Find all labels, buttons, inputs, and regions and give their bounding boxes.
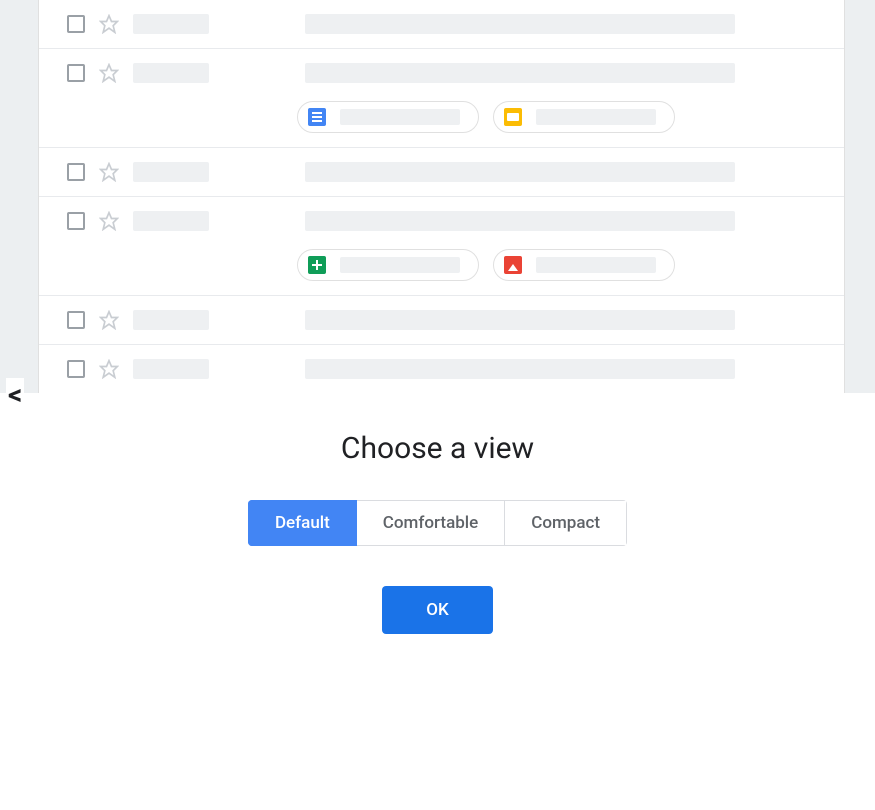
email-list-preview (38, 0, 845, 393)
attachment-chip[interactable] (297, 249, 479, 281)
select-checkbox[interactable] (67, 212, 85, 230)
subject-placeholder (305, 211, 735, 231)
sender-placeholder (133, 359, 209, 379)
star-icon[interactable] (99, 211, 119, 231)
density-segmented-control: Default Comfortable Compact (248, 500, 627, 546)
sender-placeholder (133, 63, 209, 83)
density-preview-panel (0, 0, 875, 393)
attachment-chip[interactable] (493, 249, 675, 281)
density-option-default[interactable]: Default (248, 500, 357, 546)
star-icon[interactable] (99, 162, 119, 182)
attachment-name-placeholder (340, 109, 460, 125)
attachment-chip[interactable] (493, 101, 675, 133)
select-checkbox[interactable] (67, 64, 85, 82)
star-icon[interactable] (99, 14, 119, 34)
sender-placeholder (133, 162, 209, 182)
attachment-name-placeholder (536, 257, 656, 273)
star-icon[interactable] (99, 63, 119, 83)
attachment-chip[interactable] (297, 101, 479, 133)
sender-placeholder (133, 310, 209, 330)
email-row[interactable] (39, 197, 844, 296)
attachment-chips (297, 249, 816, 281)
select-checkbox[interactable] (67, 311, 85, 329)
subject-placeholder (305, 310, 735, 330)
sheets-icon (308, 256, 326, 274)
slides-icon (504, 108, 522, 126)
density-option-comfortable[interactable]: Comfortable (357, 500, 505, 546)
attachment-name-placeholder (536, 109, 656, 125)
sender-placeholder (133, 211, 209, 231)
select-checkbox[interactable] (67, 360, 85, 378)
sender-placeholder (133, 14, 209, 34)
star-icon[interactable] (99, 310, 119, 330)
attachment-name-placeholder (340, 257, 460, 273)
email-row[interactable] (39, 345, 844, 393)
select-checkbox[interactable] (67, 15, 85, 33)
subject-placeholder (305, 162, 735, 182)
collapse-chevron-icon[interactable]: < (6, 378, 24, 411)
email-row[interactable] (39, 148, 844, 197)
choose-view-section: Choose a view Default Comfortable Compac… (0, 393, 875, 634)
choose-view-title: Choose a view (0, 431, 875, 466)
docs-icon (308, 108, 326, 126)
image-icon (504, 256, 522, 274)
star-icon[interactable] (99, 359, 119, 379)
subject-placeholder (305, 359, 735, 379)
email-row[interactable] (39, 296, 844, 345)
subject-placeholder (305, 14, 735, 34)
subject-placeholder (305, 63, 735, 83)
email-row[interactable] (39, 0, 844, 49)
attachment-chips (297, 101, 816, 133)
ok-button[interactable]: OK (382, 586, 492, 634)
density-option-compact[interactable]: Compact (505, 500, 627, 546)
select-checkbox[interactable] (67, 163, 85, 181)
email-row[interactable] (39, 49, 844, 148)
